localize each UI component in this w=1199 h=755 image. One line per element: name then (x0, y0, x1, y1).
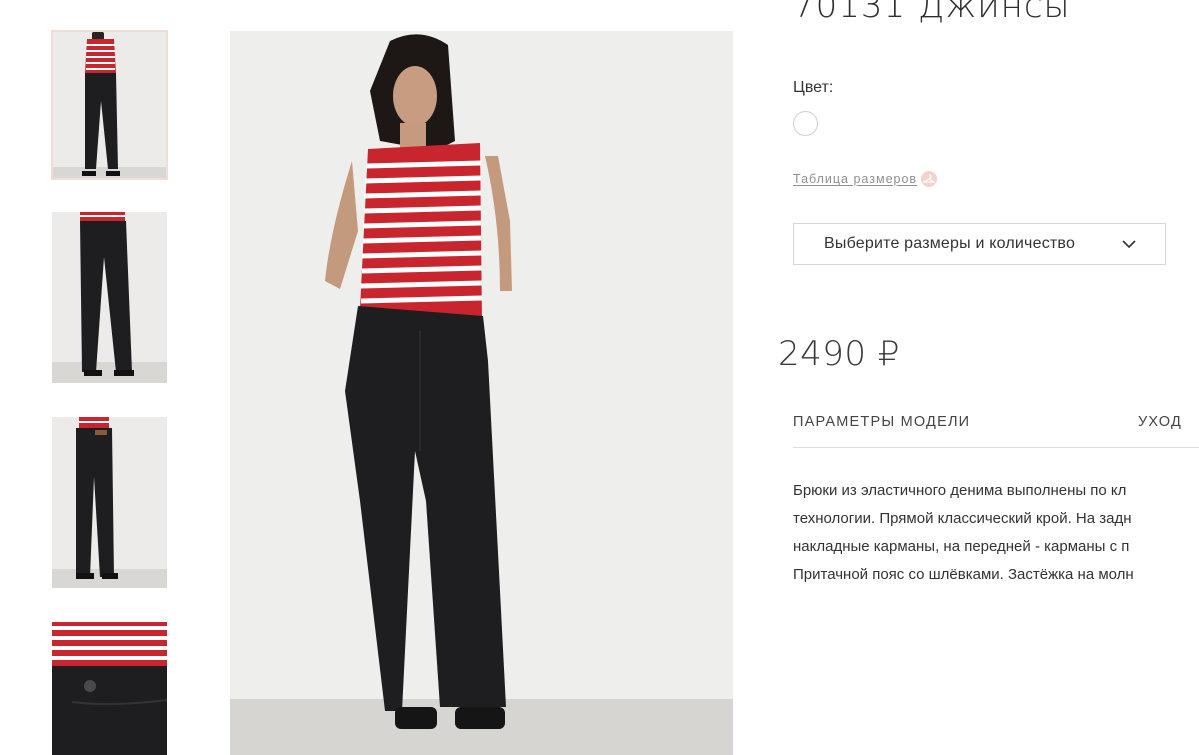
color-swatch-white[interactable] (793, 111, 818, 136)
hanger-icon (921, 171, 938, 187)
product-description: Брюки из эластичного денима выполнены по… (793, 477, 1199, 589)
description-line: Брюки из эластичного денима выполнены по… (793, 482, 1127, 499)
model-wearing-jeans-image (230, 31, 733, 755)
thumbnail-front-waist[interactable] (52, 212, 167, 383)
product-price: 2490 ₽ (778, 334, 900, 374)
chevron-down-icon (1122, 240, 1136, 249)
product-title: 70131 Джинсы (793, 0, 1071, 26)
thumbnail-waistband-detail[interactable] (52, 622, 167, 755)
tab-model-parameters[interactable]: ПАРАМЕТРЫ МОДЕЛИ (793, 414, 970, 430)
size-chart-link[interactable]: Таблица размеров (793, 171, 938, 187)
thumbnail-image (52, 212, 167, 383)
size-quantity-dropdown[interactable]: Выберите размеры и количество (793, 223, 1166, 265)
description-line: накладные карманы, на передней - карманы… (793, 538, 1130, 555)
main-product-photo[interactable] (230, 31, 733, 755)
thumbnail-back[interactable] (52, 417, 167, 588)
thumbnail-image (52, 622, 167, 755)
info-tabs: ПАРАМЕТРЫ МОДЕЛИ УХОД (793, 405, 1199, 448)
color-label: Цвет: (793, 79, 834, 96)
size-chart-label: Таблица размеров (793, 172, 918, 186)
product-info-panel: 70131 Джинсы Цвет: Таблица размеров Выбе… (778, 0, 1199, 755)
thumbnail-image (52, 417, 167, 588)
thumbnail-front-full[interactable] (51, 30, 168, 180)
description-line: Притачной пояс со шлёвками. Застёжка на … (793, 566, 1134, 583)
description-line: технологии. Прямой классический крой. На… (793, 510, 1132, 527)
tab-care[interactable]: УХОД (1138, 414, 1182, 430)
size-dropdown-label: Выберите размеры и количество (824, 235, 1076, 252)
thumbnail-image (52, 31, 167, 179)
